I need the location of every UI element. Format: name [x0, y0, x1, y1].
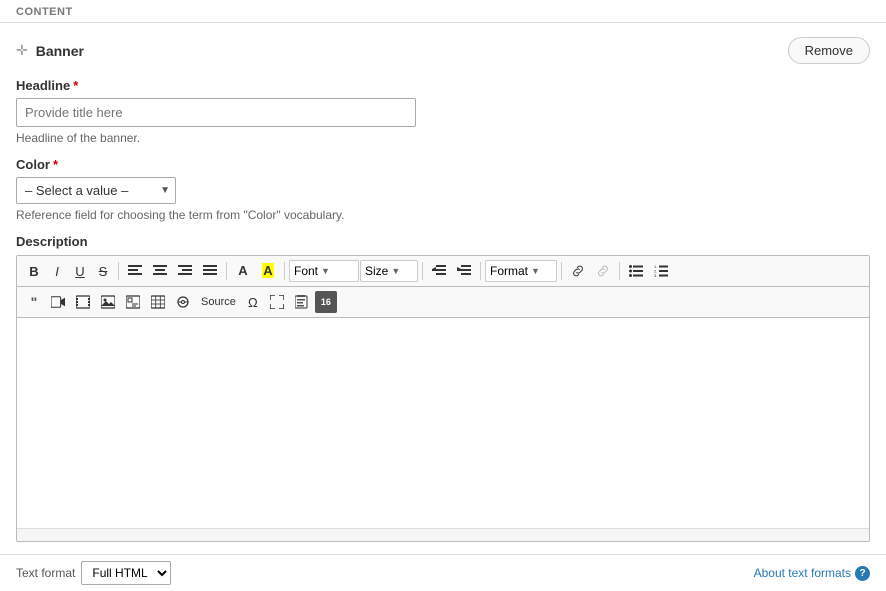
unlink-button[interactable] [591, 260, 615, 282]
toolbar-divider-4 [422, 262, 423, 280]
indent-decrease-button[interactable] [427, 260, 451, 282]
image-button[interactable] [96, 291, 120, 313]
headline-hint: Headline of the banner. [16, 131, 870, 145]
editor-container: B I U S [16, 255, 870, 542]
headline-label: Headline * [16, 78, 870, 93]
align-right-button[interactable] [173, 260, 197, 282]
toolbar-divider-6 [561, 262, 562, 280]
media-button[interactable] [71, 291, 95, 313]
underline-button[interactable]: U [69, 260, 91, 282]
about-text-formats-link[interactable]: About text formats ? [754, 566, 870, 581]
color-hint: Reference field for choosing the term fr… [16, 208, 870, 222]
source-button[interactable]: Source [196, 291, 241, 313]
strikethrough-button[interactable]: S [92, 260, 114, 282]
svg-text:3.: 3. [654, 273, 657, 278]
bold-button[interactable]: B [23, 260, 45, 282]
text-format-select[interactable]: Full HTML [81, 561, 171, 585]
toolbar-divider-2 [226, 262, 227, 280]
maximize-button[interactable] [265, 291, 289, 313]
blockquote-button[interactable]: " [23, 291, 45, 313]
headline-field-group: Headline * Headline of the banner. [16, 78, 870, 145]
editor-toolbar-row2: " [17, 287, 869, 318]
editor-resize-bar[interactable] [17, 528, 869, 541]
table-button[interactable] [146, 291, 170, 313]
align-left-button[interactable] [123, 260, 147, 282]
special-chars-button[interactable]: Ω [242, 291, 264, 313]
link-button[interactable] [566, 260, 590, 282]
color-select-wrapper: – Select a value – ▼ [16, 177, 176, 204]
paste-text-button[interactable] [290, 291, 314, 313]
show16-button[interactable]: 16 [315, 291, 337, 313]
banner-section: ✛ Banner Remove Headline * Headline of t… [0, 23, 886, 542]
banner-title-row: ✛ Banner [16, 42, 84, 59]
toolbar-divider-1 [118, 262, 119, 280]
toolbar-divider-7 [619, 262, 620, 280]
color-required-marker: * [53, 157, 58, 172]
color-label: Color * [16, 157, 870, 172]
headline-input[interactable] [16, 98, 416, 127]
align-center-button[interactable] [148, 260, 172, 282]
indent-increase-button[interactable] [452, 260, 476, 282]
video-button[interactable] [46, 291, 70, 313]
text-format-label: Text format Full HTML [16, 561, 171, 585]
format-dropdown-arrow: ▼ [531, 266, 540, 276]
justify-button[interactable] [198, 260, 222, 282]
toolbar-divider-3 [284, 262, 285, 280]
editor-toolbar-row1: B I U S [17, 256, 869, 287]
drag-icon[interactable]: ✛ [16, 42, 28, 59]
editor-body[interactable] [17, 318, 869, 528]
bullet-list-button[interactable] [624, 260, 648, 282]
format-dropdown[interactable]: Format ▼ [485, 260, 557, 282]
font-dropdown-arrow: ▼ [321, 266, 330, 276]
content-section-label: CONTENT [0, 0, 886, 23]
remove-button[interactable]: Remove [788, 37, 870, 64]
image2-button[interactable] [121, 291, 145, 313]
description-label: Description [16, 234, 870, 249]
help-icon: ? [855, 566, 870, 581]
size-dropdown-arrow: ▼ [391, 266, 400, 276]
toolbar-divider-5 [480, 262, 481, 280]
color-field-group: Color * – Select a value – ▼ Reference f… [16, 157, 870, 222]
banner-header: ✛ Banner Remove [16, 37, 870, 64]
banner-label: Banner [36, 43, 84, 59]
numbered-list-button[interactable]: 1. 2. 3. [649, 260, 673, 282]
text-format-row: Text format Full HTML About text formats… [0, 554, 886, 591]
headline-required-marker: * [73, 78, 78, 93]
font-color-button[interactable]: A [231, 260, 255, 282]
size-dropdown[interactable]: Size ▼ [360, 260, 418, 282]
italic-button[interactable]: I [46, 260, 68, 282]
embed-button[interactable] [171, 291, 195, 313]
highlight-color-button[interactable]: A [256, 260, 280, 282]
color-select[interactable]: – Select a value – [16, 177, 176, 204]
description-field-group: Description B I U S [16, 234, 870, 542]
font-dropdown[interactable]: Font ▼ [289, 260, 359, 282]
